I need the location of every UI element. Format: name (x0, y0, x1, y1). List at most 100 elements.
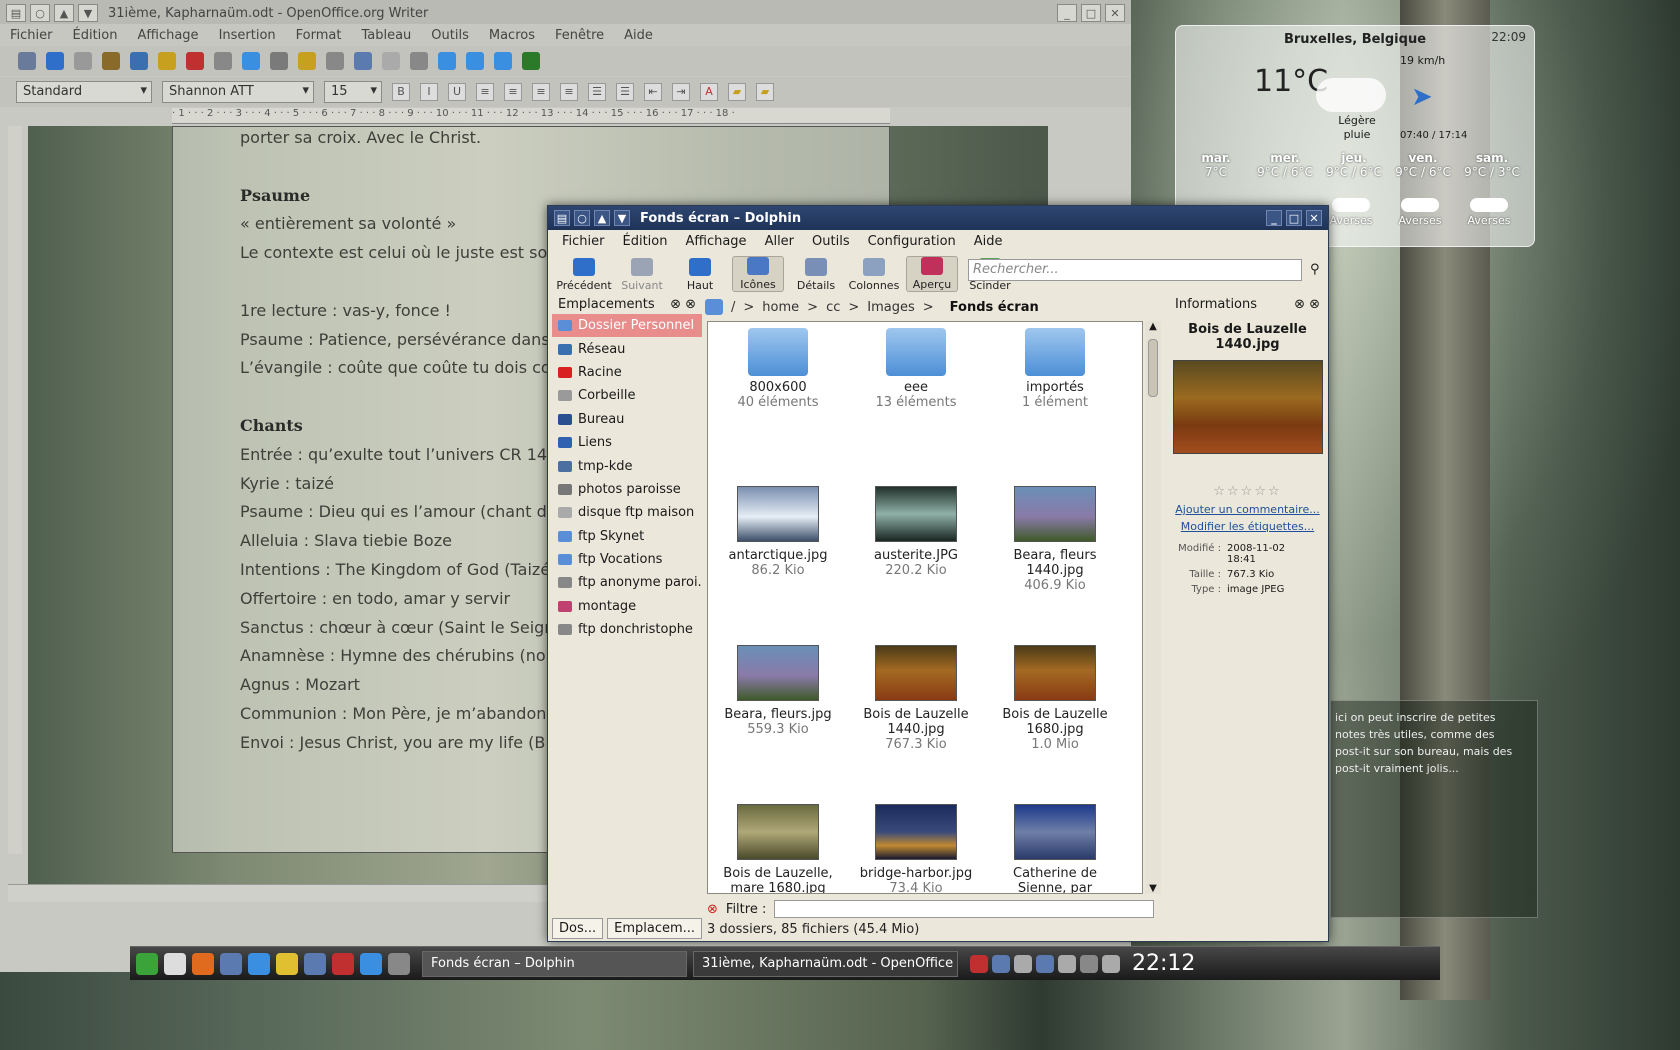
launcher-icon[interactable] (276, 952, 298, 975)
panel-tab[interactable]: Dos... (552, 918, 604, 939)
launcher-icon[interactable] (248, 952, 270, 975)
place-item[interactable]: Dossier Personnel (552, 314, 702, 338)
dolphin-menu-6[interactable]: Aide (974, 234, 1003, 249)
file-view-scrollbar[interactable]: ▲ ▼ (1145, 321, 1161, 894)
place-item[interactable]: Racine (552, 361, 702, 384)
writer-tool-icon[interactable] (242, 52, 260, 70)
launcher-icon[interactable] (164, 952, 186, 975)
tray-icon[interactable] (1080, 954, 1098, 973)
window-menu-icon[interactable]: ▤ (554, 210, 570, 226)
folder-item[interactable]: importés 1 élément (989, 328, 1121, 410)
writer-tool-icon[interactable] (270, 52, 288, 70)
font-color-icon[interactable]: A (700, 83, 718, 101)
font-size-select[interactable]: 15 (324, 81, 382, 103)
folder-item[interactable]: eee 13 éléments (850, 328, 982, 410)
dolphin-titlebar[interactable]: ▤ ○ ▲ ▼ Fonds écran – Dolphin _ □ ✕ (548, 206, 1328, 230)
font-name-select[interactable]: Shannon ATT (162, 81, 314, 103)
window-menu-icon[interactable]: ▤ (6, 4, 26, 22)
document-line[interactable] (240, 157, 720, 186)
highlight-icon[interactable]: ▰ (728, 83, 746, 101)
writer-tool-icon[interactable] (18, 52, 36, 70)
place-item[interactable]: photos paroisse (552, 478, 702, 501)
task-button[interactable]: 31ième, Kapharnaüm.odt - OpenOffice (693, 950, 958, 977)
writer-tool-icon[interactable] (466, 52, 484, 70)
writer-menu-1[interactable]: Édition (73, 28, 118, 43)
file-item[interactable]: Catherine de Sienne, par (989, 804, 1121, 893)
writer-tool-icon[interactable] (102, 52, 120, 70)
notes-widget[interactable]: ici on peut inscrire de petites notes tr… (1330, 700, 1538, 918)
file-item[interactable]: Beara, fleurs 1440.jpg 406.9 Kio (989, 486, 1121, 593)
breadcrumb-item[interactable]: Images (867, 300, 915, 315)
dolphin-menu-1[interactable]: Édition (623, 234, 668, 249)
breadcrumb-current[interactable]: Fonds écran (950, 300, 1039, 315)
background-color-icon[interactable]: ▰ (756, 83, 774, 101)
dolphin-menu-3[interactable]: Aller (765, 234, 794, 249)
writer-tool-icon[interactable] (130, 52, 148, 70)
file-item[interactable]: Bois de Lauzelle 1680.jpg 1.0 Mio (989, 645, 1121, 752)
place-item[interactable]: ftp Vocations (552, 548, 702, 571)
toolbar-up-arrow-button[interactable]: Haut (674, 258, 726, 292)
info-link[interactable]: Modifier les étiquettes... (1169, 520, 1326, 533)
close-icon[interactable]: ✕ (1105, 4, 1125, 22)
tray-icon[interactable] (992, 954, 1010, 973)
launcher-icon[interactable] (136, 952, 158, 975)
file-icon-view[interactable]: 800x600 40 éléments eee 13 éléments importés… (707, 321, 1143, 894)
tray-icon[interactable] (1014, 954, 1032, 973)
dolphin-menu-4[interactable]: Outils (812, 234, 850, 249)
lower-icon[interactable]: ▼ (78, 4, 98, 22)
task-button[interactable]: Fonds écran – Dolphin (422, 950, 687, 977)
writer-menu-8[interactable]: Fenêtre (555, 28, 604, 43)
dolphin-menu-5[interactable]: Configuration (868, 234, 956, 249)
numbering-icon[interactable]: ☰ (588, 83, 606, 101)
writer-tool-icon[interactable] (214, 52, 232, 70)
place-item[interactable]: ftp donchristophe (552, 618, 702, 641)
breadcrumb-item[interactable]: cc (826, 300, 840, 315)
file-item[interactable]: Beara, fleurs.jpg 559.3 Kio (712, 645, 844, 737)
file-item[interactable]: austerite.JPG 220.2 Kio (850, 486, 982, 578)
dolphin-menu-0[interactable]: Fichier (562, 234, 605, 249)
place-item[interactable]: ftp anonyme paroi... (552, 571, 702, 594)
tray-icon[interactable] (970, 954, 988, 973)
writer-menu-4[interactable]: Format (296, 28, 342, 43)
toolbar-preview-button[interactable]: Aperçu (906, 256, 958, 292)
folder-item[interactable]: 800x600 40 éléments (712, 328, 844, 410)
close-icon[interactable]: ✕ (1306, 210, 1322, 226)
writer-menu-7[interactable]: Macros (489, 28, 535, 43)
breadcrumb-item[interactable]: home (762, 300, 799, 315)
writer-tool-icon[interactable] (46, 52, 64, 70)
writer-tool-icon[interactable] (74, 52, 92, 70)
panel-close-icon[interactable]: ⊗ ⊗ (1294, 297, 1320, 312)
bold-icon[interactable]: B (392, 83, 410, 101)
raise-icon[interactable]: ▲ (594, 210, 610, 226)
info-link[interactable]: Ajouter un commentaire... (1169, 503, 1326, 516)
launcher-icon[interactable] (360, 952, 382, 975)
note-text[interactable]: ici on peut inscrire de petites notes tr… (1335, 709, 1513, 777)
scroll-down-icon[interactable]: ▼ (1145, 883, 1161, 894)
file-item[interactable]: Bois de Lauzelle 1440.jpg 767.3 Kio (850, 645, 982, 752)
align-right-icon[interactable]: ≡ (532, 83, 550, 101)
underline-icon[interactable]: U (448, 83, 466, 101)
launcher-icon[interactable] (220, 952, 242, 975)
bullets-icon[interactable]: ☰ (616, 83, 634, 101)
binoculars-icon[interactable]: ⚲ (1310, 262, 1320, 277)
paragraph-style-select[interactable]: Standard (16, 81, 152, 103)
italic-icon[interactable]: I (420, 83, 438, 101)
indent-increase-icon[interactable]: ⇥ (672, 83, 690, 101)
writer-menu-2[interactable]: Affichage (137, 28, 198, 43)
place-item[interactable]: Réseau (552, 337, 702, 360)
minimize-icon[interactable]: _ (1057, 4, 1077, 22)
writer-tool-icon[interactable] (522, 52, 540, 70)
align-center-icon[interactable]: ≡ (504, 83, 522, 101)
place-item[interactable]: Corbeille (552, 384, 702, 407)
vertical-ruler[interactable] (8, 126, 22, 854)
align-left-icon[interactable]: ≡ (476, 83, 494, 101)
launcher-icon[interactable] (332, 952, 354, 975)
writer-tool-icon[interactable] (382, 52, 400, 70)
toolbar-forward-arrow-button[interactable]: Suivant (616, 258, 668, 292)
writer-menu-0[interactable]: Fichier (10, 28, 53, 43)
tray-icon[interactable] (1036, 954, 1054, 973)
horizontal-ruler[interactable]: · 1 · · · 2 · · · 3 · · · 4 · · · 5 · · … (172, 108, 890, 124)
place-item[interactable]: Bureau (552, 408, 702, 431)
maximize-icon[interactable]: □ (1286, 210, 1302, 226)
toolbar-back-arrow-button[interactable]: Précédent (556, 258, 612, 292)
